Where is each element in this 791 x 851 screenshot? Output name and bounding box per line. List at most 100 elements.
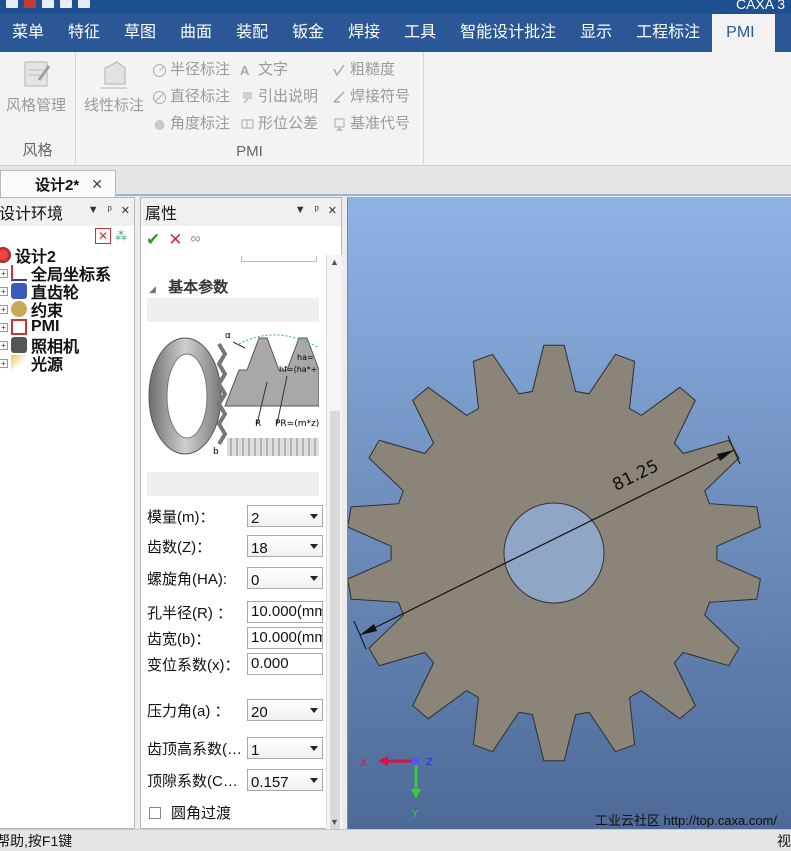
new-file-icon[interactable] (6, 0, 18, 8)
part-icon (11, 283, 27, 299)
linear-dimension-icon (101, 61, 127, 89)
field-teeth: 齿数(Z)： 18 (147, 534, 323, 558)
field-hole-radius: 孔半径(R) ： 10.000(mm) (147, 600, 323, 624)
3d-viewport[interactable]: 81.25 X Z Y 工业云社区 http://top.caxa.com/ (347, 197, 791, 829)
datum-symbol-label: 基准代号 (350, 115, 411, 132)
leader-note-button[interactable]: 引出说明 (240, 85, 318, 109)
title-bar: CAXA 3 (0, 0, 791, 14)
close-icon[interactable]: ✕ (121, 204, 130, 217)
panel-menu-icon[interactable]: ▼ (295, 204, 306, 217)
ribbon-group-pmi: 线性标注 半径标注 直径标注 角度标注 A 文字 引出说明 形位公差 粗糙度 焊… (76, 52, 424, 164)
gear-model[interactable]: 81.25 X Z Y (348, 197, 791, 829)
field-addendum-coefficient-label: 齿顶高系数(… (147, 740, 242, 758)
menu-tab-feature[interactable]: 特征 (56, 14, 112, 52)
camera-icon (11, 337, 27, 353)
diagram-pr-label: PR=(m*z). (275, 419, 319, 429)
menu-tab-engineering[interactable]: 工程标注 (624, 14, 712, 52)
tree-item-constraint[interactable]: + 约束 (0, 300, 111, 320)
field-module-label: 模量(m)： (147, 508, 215, 526)
field-shift-coefficient: 变位系数(x)： 0.000 (147, 652, 323, 676)
linear-dimension-label: 线性标注 (83, 97, 144, 114)
hole-radius-input[interactable]: 10.000(mm) (247, 601, 323, 623)
fillet-transition-checkbox[interactable] (149, 806, 161, 819)
expand-icon[interactable]: + (0, 340, 8, 350)
linear-dimension-button[interactable]: 线性标注 (78, 58, 150, 115)
delete-item-icon[interactable]: ✕ (95, 228, 111, 244)
pin-icon[interactable]: ᵖ (315, 204, 319, 217)
preview-icon[interactable]: ∞ (191, 230, 201, 250)
properties-scrollbar[interactable]: ▲ ▼ (326, 255, 342, 831)
menu-tab-tools[interactable]: 工具 (392, 14, 448, 52)
collapse-icon[interactable]: ◢ (149, 284, 156, 294)
text-icon: A (240, 62, 250, 78)
app-title: CAXA 3 (735, 0, 785, 12)
weld-symbol-label: 焊接符号 (350, 88, 411, 105)
weld-symbol-button[interactable]: 焊接符号 (332, 85, 410, 109)
diameter-dimension-button[interactable]: 直径标注 (152, 85, 230, 109)
expand-icon[interactable]: + (0, 286, 8, 296)
expand-icon[interactable]: + (0, 268, 8, 278)
status-bar: 帮助,按F1键 视 (0, 829, 791, 851)
tolerance-icon (241, 119, 254, 128)
angle-dimension-button[interactable]: 角度标注 (152, 112, 230, 136)
addendum-coefficient-select[interactable]: 1 (247, 737, 323, 759)
module-select[interactable]: 2 (247, 505, 323, 527)
menu-tab-display[interactable]: 显示 (568, 14, 624, 52)
field-teeth-label: 齿数(Z)： (147, 538, 212, 556)
pin-icon[interactable]: ᵖ (108, 204, 112, 217)
radius-dimension-label: 半径标注 (170, 61, 231, 78)
menu-tab-assembly[interactable]: 装配 (224, 14, 280, 52)
section-basic-params[interactable]: ◢ 基本参数 (149, 276, 228, 297)
expand-icon[interactable]: + (0, 358, 8, 368)
text-button[interactable]: A 文字 (240, 58, 288, 82)
document-tab[interactable]: 设计2* ✕ (0, 170, 116, 197)
expand-icon[interactable]: + (0, 304, 8, 314)
pressure-angle-select[interactable]: 20 (247, 699, 323, 721)
menu-tab-welding[interactable]: 焊接 (336, 14, 392, 52)
teeth-select[interactable]: 18 (247, 535, 323, 557)
tree-item-light[interactable]: + 光源 (0, 354, 111, 374)
scroll-up-icon[interactable]: ▲ (329, 257, 340, 268)
fillet-transition-label: 圆角过渡 (171, 805, 232, 822)
face-width-input[interactable]: 10.000(mm) (247, 627, 323, 649)
clearance-coefficient-select[interactable]: 0.157 (247, 769, 323, 791)
expand-icon[interactable]: + (0, 322, 8, 332)
close-tab-icon[interactable]: ✕ (91, 176, 103, 193)
shift-coefficient-input[interactable]: 0.000 (247, 653, 323, 675)
field-hole-radius-label: 孔半径(R) ： (147, 604, 232, 622)
quick-access-toolbar[interactable] (6, 0, 90, 9)
menu-tab-menu[interactable]: 菜单 (0, 14, 56, 52)
close-icon[interactable]: ✕ (328, 204, 337, 217)
roughness-button[interactable]: 粗糙度 (332, 58, 395, 82)
save-icon[interactable] (42, 0, 54, 8)
scroll-down-icon[interactable]: ▼ (329, 817, 340, 828)
cancel-icon[interactable]: ✕ (168, 230, 182, 250)
radius-dimension-button[interactable]: 半径标注 (152, 58, 230, 82)
open-file-icon[interactable] (24, 0, 36, 8)
scrollbar-thumb[interactable] (330, 411, 340, 831)
menu-tab-sketch[interactable]: 草图 (112, 14, 168, 52)
ribbon-group-style: 风格管理 风格 (0, 52, 76, 164)
menu-tab-smart-annotation[interactable]: 智能设计批注 (448, 14, 568, 52)
style-manager-button[interactable]: 风格管理 (0, 58, 72, 115)
undo-icon[interactable] (60, 0, 72, 8)
section-basic-params-label: 基本参数 (168, 279, 229, 296)
menu-tab-pmi[interactable]: PMI (712, 14, 775, 52)
field-pressure-angle-label: 压力角(a) ： (147, 702, 230, 720)
helix-angle-select[interactable]: 0 (247, 567, 323, 589)
fillet-transition-option[interactable]: 圆角过渡 (149, 802, 231, 823)
axis-y-label: Y (411, 809, 419, 820)
env-panel-header: 设计环境 ▼ ᵖ ✕ (0, 198, 134, 226)
tree-filter-icon[interactable]: ⁂ (115, 228, 131, 244)
confirm-icon[interactable]: ✔ (146, 230, 160, 250)
menu-tab-surface[interactable]: 曲面 (168, 14, 224, 52)
angle-icon (154, 119, 165, 130)
gear-diagram-svg: α ha= hf=(ha*+ R PR=(m*z). b (148, 331, 322, 457)
geometric-tolerance-button[interactable]: 形位公差 (240, 112, 318, 136)
menu-tab-sheetmetal[interactable]: 钣金 (280, 14, 336, 52)
panel-menu-icon[interactable]: ▼ (88, 204, 99, 217)
field-module: 模量(m)： 2 (147, 504, 323, 528)
redo-icon[interactable] (78, 0, 90, 8)
field-helix-angle: 螺旋角(HA): 0 (147, 566, 323, 590)
datum-symbol-button[interactable]: 基准代号 (332, 112, 410, 136)
